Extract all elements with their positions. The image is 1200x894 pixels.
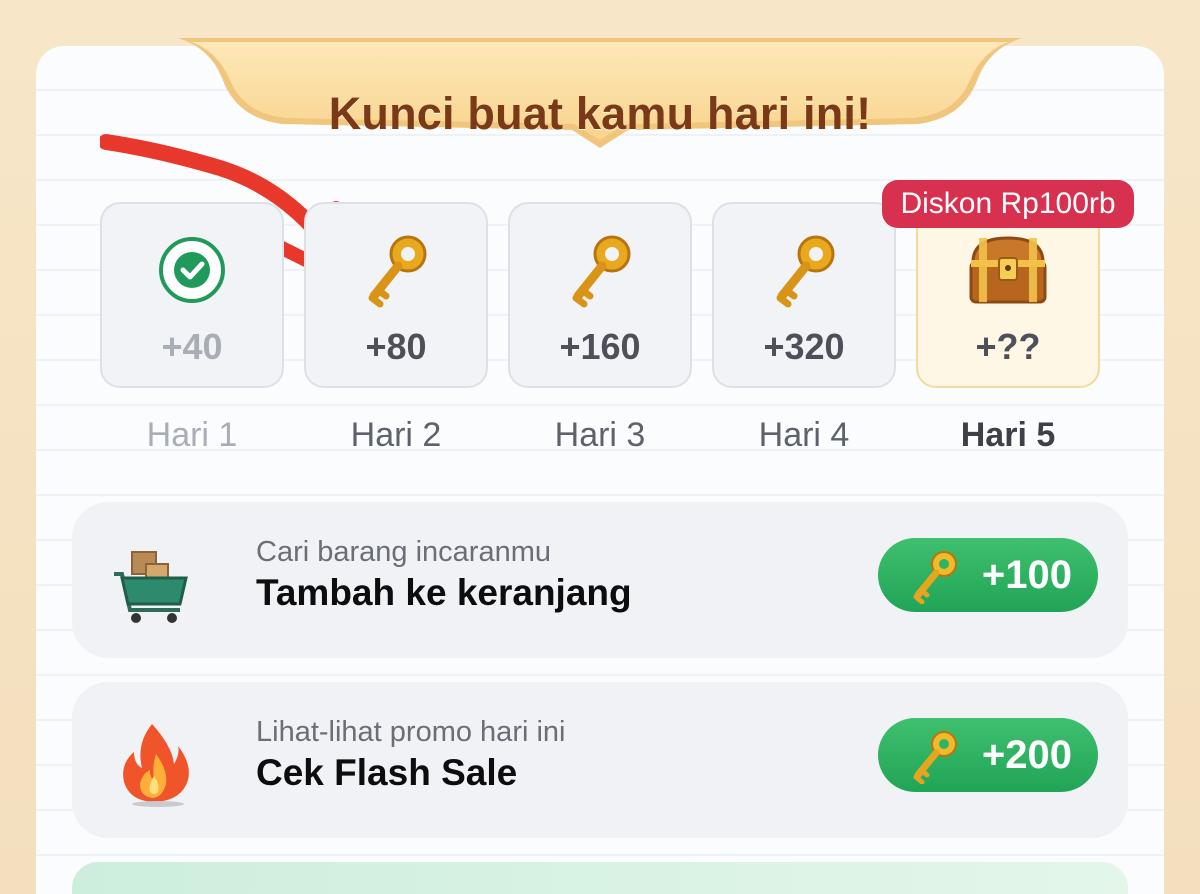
day-amount: +40 bbox=[161, 326, 223, 367]
discount-badge: Diskon Rp100rb bbox=[882, 180, 1134, 228]
task-add-to-cart[interactable]: Cari barang incaranmu Tambah ke keranjan… bbox=[72, 502, 1128, 658]
day-label-3: Hari 3 bbox=[554, 416, 646, 454]
shopping-cart-icon bbox=[110, 538, 200, 628]
key-icon bbox=[306, 230, 486, 310]
day-card-4: +320 bbox=[712, 202, 896, 388]
day-card-3: +160 bbox=[508, 202, 692, 388]
task-subtitle: Cari barang incaranmu bbox=[256, 536, 551, 568]
task-title: Tambah ke keranjang bbox=[256, 572, 632, 613]
key-icon bbox=[906, 548, 962, 614]
reward-amount: +100 bbox=[981, 552, 1072, 597]
reward-button[interactable]: +200 bbox=[878, 718, 1098, 792]
day-amount: +320 bbox=[763, 326, 845, 367]
next-task-card[interactable] bbox=[72, 862, 1128, 894]
treasure-chest-icon bbox=[918, 230, 1098, 310]
day-label-4: Hari 4 bbox=[758, 416, 850, 454]
flame-icon bbox=[110, 718, 200, 808]
day-amount: +80 bbox=[365, 326, 427, 367]
day-label-1: Hari 1 bbox=[146, 416, 238, 454]
task-title: Cek Flash Sale bbox=[256, 752, 518, 793]
day-label-2: Hari 2 bbox=[350, 416, 442, 454]
key-icon bbox=[714, 230, 894, 310]
task-flash-sale[interactable]: Lihat-lihat promo hari ini Cek Flash Sal… bbox=[72, 682, 1128, 838]
day-amount: +?? bbox=[975, 326, 1041, 367]
day-card-5: +?? bbox=[916, 202, 1100, 388]
key-icon bbox=[906, 728, 962, 794]
key-icon bbox=[510, 230, 690, 310]
day-amount: +160 bbox=[559, 326, 641, 367]
task-subtitle: Lihat-lihat promo hari ini bbox=[256, 716, 566, 748]
day-card-2: +80 bbox=[304, 202, 488, 388]
day-card-1: +40 bbox=[100, 202, 284, 388]
reward-amount: +200 bbox=[981, 732, 1072, 777]
day-label-5: Hari 5 bbox=[960, 416, 1056, 454]
check-icon bbox=[102, 230, 282, 310]
reward-button[interactable]: +100 bbox=[878, 538, 1098, 612]
